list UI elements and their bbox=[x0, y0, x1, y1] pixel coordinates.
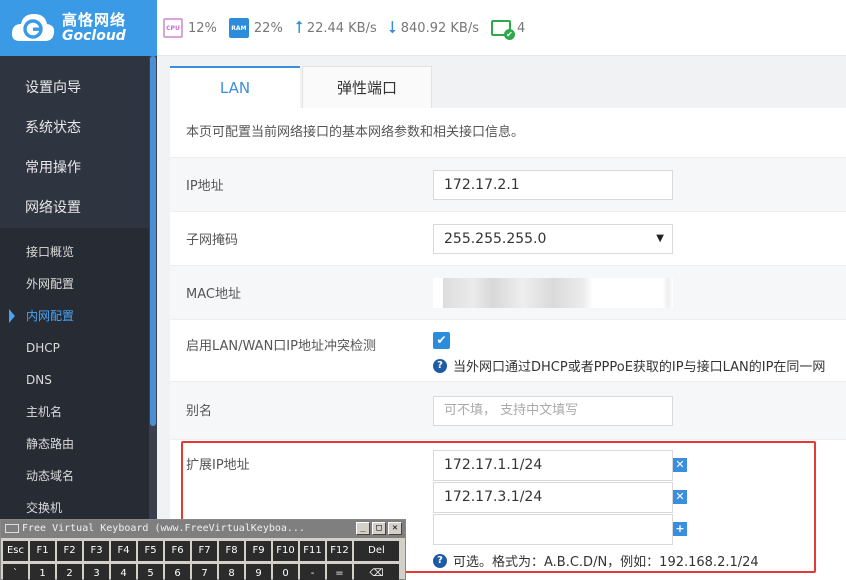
key-f12[interactable]: F12 bbox=[327, 541, 352, 561]
keyboard-row-numbers: ` 1 2 3 4 5 6 7 8 9 0 - = ⌫ bbox=[1, 564, 405, 580]
key-9[interactable]: 9 bbox=[246, 564, 271, 580]
minimize-icon[interactable]: _ bbox=[356, 522, 370, 535]
key-2[interactable]: 2 bbox=[57, 564, 82, 580]
key-3[interactable]: 3 bbox=[84, 564, 109, 580]
conflict-detection-label: 启用LAN/WAN口IP地址冲突检测 bbox=[186, 339, 376, 354]
sidebar-scroll-thumb[interactable] bbox=[150, 56, 156, 426]
alias-row: 别名 可不填， 支持中文填写 bbox=[170, 382, 846, 440]
netmask-value: 255.255.255.0 bbox=[444, 231, 547, 247]
download-arrow-icon: ⭣ bbox=[388, 18, 397, 38]
tab-bar: LAN 弹性端口 bbox=[170, 66, 432, 108]
virtual-keyboard: Free Virtual Keyboard (www.FreeVirtualKe… bbox=[0, 519, 406, 580]
key-6[interactable]: 6 bbox=[165, 564, 190, 580]
mac-label: MAC地址 bbox=[186, 287, 241, 302]
key-0[interactable]: 0 bbox=[273, 564, 298, 580]
key-f5[interactable]: F5 bbox=[138, 541, 163, 561]
key-4[interactable]: 4 bbox=[111, 564, 136, 580]
question-icon: ? bbox=[433, 358, 447, 373]
cpu-icon: CPU bbox=[163, 18, 183, 38]
netmask-label: 子网掩码 bbox=[186, 233, 239, 248]
close-icon[interactable]: ✕ bbox=[388, 522, 402, 535]
conflict-hint-text: 当外网口通过DHCP或者PPPoE获取的IP与接口LAN的IP在同一网 bbox=[453, 360, 826, 375]
ram-stat: RAM 22% bbox=[228, 18, 283, 38]
brand-name-cn: 高恪网络 bbox=[62, 11, 127, 30]
sidebar-item-common-operations[interactable]: 常用操作 bbox=[0, 148, 157, 188]
conflict-detection-row: 启用LAN/WAN口IP地址冲突检测 ✔ ? 当外网口通过DHCP或者PPPoE… bbox=[170, 320, 846, 382]
key-equals[interactable]: = bbox=[327, 564, 352, 580]
sidebar-sub-ddns[interactable]: 动态域名 bbox=[0, 460, 149, 492]
key-f7[interactable]: F7 bbox=[192, 541, 217, 561]
upload-speed: 22.44 KB/s bbox=[306, 20, 377, 36]
download-speed: 840.92 KB/s bbox=[400, 20, 479, 36]
cloud-logo-icon bbox=[10, 9, 56, 47]
netmask-row: 子网掩码 255.255.255.0 ▼ bbox=[170, 212, 846, 266]
key-f2[interactable]: F2 bbox=[57, 541, 82, 561]
key-minus[interactable]: - bbox=[300, 564, 325, 580]
ip-row: IP地址 172.17.2.1 bbox=[170, 158, 846, 212]
sidebar-item-system-status[interactable]: 系统状态 bbox=[0, 108, 157, 148]
online-devices-icon bbox=[490, 20, 515, 40]
alias-input[interactable]: 可不填， 支持中文填写 bbox=[433, 396, 673, 426]
sidebar-sub-static-route[interactable]: 静态路由 bbox=[0, 428, 149, 460]
status-stats: CPU 12% RAM 22% ⭡ 22.44 KB/s ⭣ 840.92 KB… bbox=[163, 0, 537, 56]
alias-label: 别名 bbox=[186, 404, 213, 419]
sidebar-item-setup-wizard[interactable]: 设置向导 bbox=[0, 68, 157, 108]
key-backspace[interactable]: ⌫ bbox=[354, 564, 399, 580]
mac-row: MAC地址 bbox=[170, 266, 846, 320]
top-bar: 高恪网络 Gocloud CPU 12% RAM 22% ⭡ 22.44 KB/… bbox=[0, 0, 846, 56]
sidebar-sub-interface-overview[interactable]: 接口概览 bbox=[0, 236, 149, 268]
cpu-stat: CPU 12% bbox=[163, 18, 217, 38]
tab-elastic-port[interactable]: 弹性端口 bbox=[302, 66, 432, 108]
key-7[interactable]: 7 bbox=[192, 564, 217, 580]
devices-stat[interactable]: 4 bbox=[490, 20, 526, 40]
key-f1[interactable]: F1 bbox=[30, 541, 55, 561]
maximize-icon[interactable]: □ bbox=[372, 522, 386, 535]
key-8[interactable]: 8 bbox=[219, 564, 244, 580]
key-5[interactable]: 5 bbox=[138, 564, 163, 580]
upload-stat: ⭡ 22.44 KB/s bbox=[295, 18, 377, 38]
chevron-down-icon: ▼ bbox=[656, 233, 664, 244]
key-f8[interactable]: F8 bbox=[219, 541, 244, 561]
upload-arrow-icon: ⭡ bbox=[294, 18, 303, 38]
sidebar-item-network-settings[interactable]: 网络设置 bbox=[0, 188, 157, 228]
key-backtick[interactable]: ` bbox=[3, 564, 28, 580]
key-f10[interactable]: F10 bbox=[273, 541, 298, 561]
download-stat: ⭣ 840.92 KB/s bbox=[389, 18, 479, 38]
sidebar-sub-dhcp[interactable]: DHCP bbox=[0, 332, 149, 364]
sidebar: 设置向导 系统状态 常用操作 网络设置 接口概览 外网配置 内网配置 DHCP … bbox=[0, 56, 157, 580]
key-1[interactable]: 1 bbox=[30, 564, 55, 580]
key-f11[interactable]: F11 bbox=[300, 541, 325, 561]
key-esc[interactable]: Esc bbox=[3, 541, 28, 561]
key-f4[interactable]: F4 bbox=[111, 541, 136, 561]
virtual-keyboard-title: Free Virtual Keyboard (www.FreeVirtualKe… bbox=[22, 523, 305, 534]
key-f6[interactable]: F6 bbox=[165, 541, 190, 561]
virtual-keyboard-titlebar[interactable]: Free Virtual Keyboard (www.FreeVirtualKe… bbox=[1, 520, 405, 538]
ip-input[interactable]: 172.17.2.1 bbox=[433, 170, 673, 200]
mac-value-redacted bbox=[433, 278, 673, 308]
netmask-select[interactable]: 255.255.255.0 ▼ bbox=[433, 224, 673, 254]
window-controls: _ □ ✕ bbox=[354, 522, 402, 535]
brand-logo[interactable]: 高恪网络 Gocloud bbox=[0, 0, 157, 56]
ram-icon: RAM bbox=[228, 18, 249, 38]
brand-text: 高恪网络 Gocloud bbox=[62, 12, 126, 44]
sidebar-sub-wan-config[interactable]: 外网配置 bbox=[0, 268, 149, 300]
brand-name-en: Gocloud bbox=[62, 27, 126, 44]
sidebar-sub-dns[interactable]: DNS bbox=[0, 364, 149, 396]
conflict-detection-checkbox[interactable]: ✔ bbox=[433, 332, 450, 349]
keyboard-row-function: Esc F1 F2 F3 F4 F5 F6 F7 F8 F9 F10 F11 F… bbox=[1, 541, 405, 561]
sidebar-sub-lan-config[interactable]: 内网配置 bbox=[0, 300, 149, 332]
conflict-detection-hint: ? 当外网口通过DHCP或者PPPoE获取的IP与接口LAN的IP在同一网 bbox=[433, 356, 825, 375]
sidebar-sub-hostname[interactable]: 主机名 bbox=[0, 396, 149, 428]
online-device-count: 4 bbox=[516, 20, 526, 36]
key-del[interactable]: Del bbox=[354, 541, 399, 561]
keyboard-icon bbox=[5, 523, 19, 533]
cpu-usage: 12% bbox=[188, 20, 217, 36]
key-f9[interactable]: F9 bbox=[246, 541, 271, 561]
sidebar-scrollbar[interactable] bbox=[149, 56, 157, 580]
page-description: 本页可配置当前网络接口的基本网络参数和相关接口信息。 bbox=[170, 108, 846, 158]
key-f3[interactable]: F3 bbox=[84, 541, 109, 561]
ip-label: IP地址 bbox=[186, 179, 224, 194]
tab-lan[interactable]: LAN bbox=[170, 66, 300, 108]
ram-usage: 22% bbox=[253, 20, 283, 36]
